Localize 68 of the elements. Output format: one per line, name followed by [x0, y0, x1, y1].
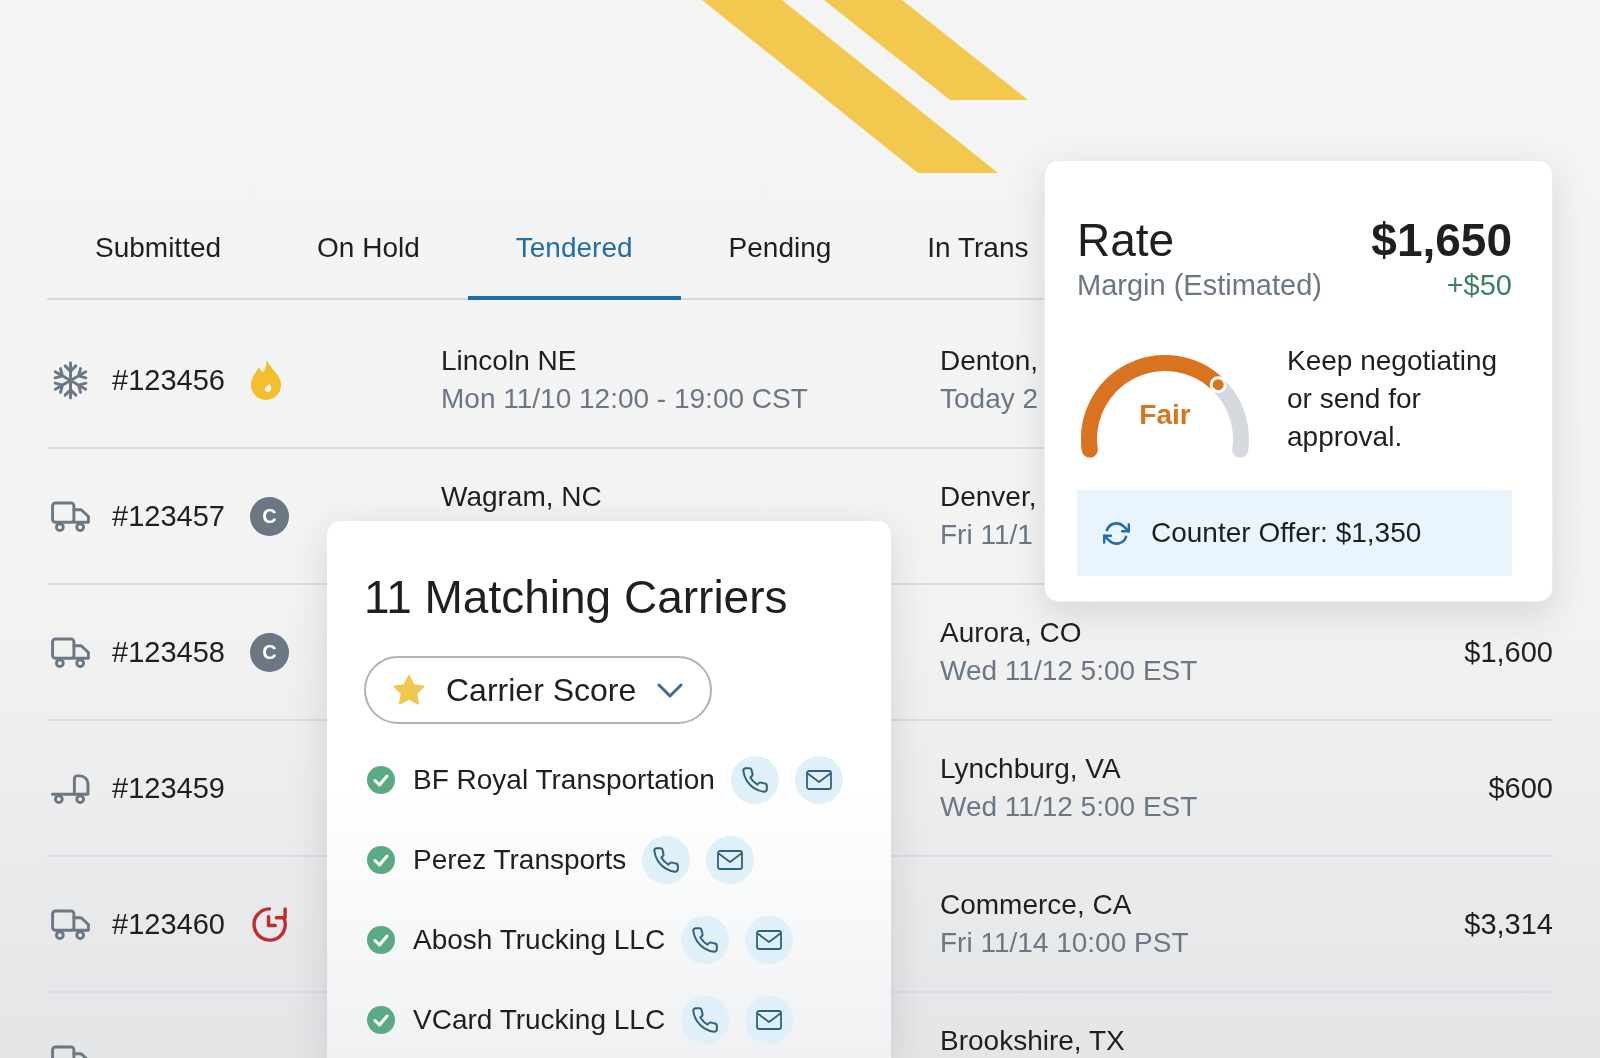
call-button[interactable]: [681, 916, 730, 964]
sort-dropdown[interactable]: Carrier Score: [364, 656, 713, 724]
pickup-time: Mon 11/10 12:00 - 19:00 CST: [441, 382, 808, 416]
delivery-time: Wed 11/12 5:00 EST: [940, 654, 1198, 688]
truck-icon: [51, 908, 90, 940]
delivery-city: Lynchburg, VA: [940, 752, 1121, 786]
truck-icon: [51, 636, 90, 668]
status-tab[interactable]: On Hold: [269, 200, 468, 300]
load-id: #123456: [112, 363, 225, 398]
delivery-city: Aurora, CO: [940, 616, 1082, 650]
panel-title: 11 Matching Carriers: [364, 570, 789, 625]
status-tab[interactable]: Pending: [680, 200, 880, 300]
envelope-icon: [756, 930, 783, 950]
status-tab[interactable]: Submitted: [47, 200, 270, 300]
flatbed-truck-icon: [51, 772, 90, 804]
margin-label: Margin (Estimated): [1077, 268, 1322, 303]
delivery-time: Fri 11/14 10:00 PST: [940, 926, 1189, 960]
advice-text: Keep negotiating or send for approval.: [1287, 344, 1499, 454]
carrier-name: BF Royal Transportation: [413, 763, 715, 797]
email-button[interactable]: [745, 996, 794, 1044]
refresh-icon: [1103, 519, 1130, 547]
truck-icon: [51, 500, 90, 532]
rate-amount: $1,650: [1371, 213, 1512, 267]
envelope-icon: [805, 770, 832, 790]
margin-amount: +$50: [1446, 268, 1512, 303]
envelope-icon: [756, 1010, 783, 1030]
load-id: #123459: [112, 771, 225, 806]
load-id: #123460: [112, 907, 225, 942]
load-price: $1,600: [1464, 635, 1553, 670]
phone-icon: [741, 767, 768, 793]
load-id: #123457: [112, 499, 225, 534]
phone-icon: [653, 847, 680, 873]
status-tab[interactable]: Tendered: [467, 200, 681, 300]
email-button[interactable]: [794, 756, 843, 804]
letter-badge: C: [250, 632, 289, 672]
pickup-city: Lincoln NE: [441, 344, 577, 378]
carrier-name: Perez Transports: [413, 843, 627, 877]
email-button[interactable]: [706, 836, 755, 884]
counter-offer-button[interactable]: Counter Offer: $1,350: [1077, 490, 1512, 576]
carrier-name: Abosh Trucking LLC: [413, 923, 666, 957]
load-id: #123458: [112, 635, 225, 670]
chevron-down-icon: [657, 682, 684, 698]
delivery-city: Commerce, CA: [940, 888, 1132, 922]
gauge-label: Fair: [1139, 398, 1191, 432]
star-icon: [393, 675, 425, 705]
call-button[interactable]: [730, 756, 779, 804]
phone-icon: [692, 927, 719, 953]
call-button[interactable]: [642, 836, 691, 884]
letter-badge: C: [250, 496, 289, 536]
call-button[interactable]: [681, 996, 730, 1044]
snowflake-icon: [51, 360, 90, 400]
load-price: $3,314: [1464, 907, 1553, 942]
delivery-city: Brookshire, TX: [940, 1024, 1125, 1058]
delivery-city: Denver,: [940, 480, 1037, 514]
delivery-time: Wed 11/12 5:00 EST: [940, 790, 1198, 824]
email-button[interactable]: [745, 916, 794, 964]
flame-icon: [250, 359, 282, 401]
delivery-city: Denton,: [940, 344, 1039, 378]
delivery-time: Fri 11/1: [940, 518, 1033, 552]
phone-icon: [692, 1007, 719, 1033]
clock-arrow-icon: [250, 904, 289, 944]
carrier-name: VCard Trucking LLC: [413, 1003, 666, 1037]
rate-title: Rate: [1077, 213, 1175, 267]
envelope-icon: [717, 850, 744, 870]
delivery-time: Today 2: [940, 382, 1039, 416]
pickup-city: Wagram, NC: [441, 480, 602, 514]
load-price: $600: [1488, 771, 1553, 806]
status-tab[interactable]: In Trans: [879, 200, 1029, 300]
